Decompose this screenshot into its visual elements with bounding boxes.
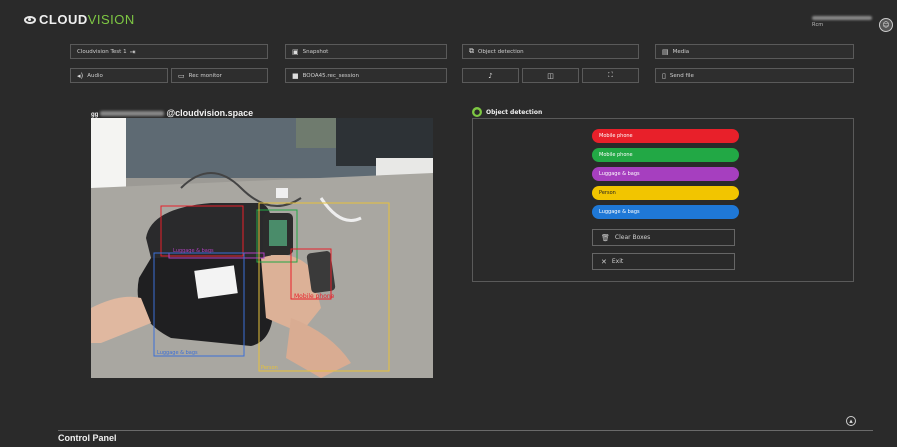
- redacted-email: [100, 111, 165, 117]
- rec-monitor-label: Rec monitor: [188, 72, 222, 79]
- detection-label-mobile-phone: Mobile phone: [294, 293, 335, 300]
- avatar[interactable]: ☺: [879, 18, 893, 32]
- category-mobile-phone-green[interactable]: Mobile phone: [592, 148, 739, 162]
- object-detection-header: ● Object detection: [472, 107, 542, 117]
- exit-label: Exit: [611, 258, 624, 265]
- fullscreen-button[interactable]: ⛶: [582, 68, 639, 83]
- detection-label-luggage-1: Luggage & bags: [173, 248, 214, 254]
- detection-label-luggage-2: Luggage & bags: [157, 350, 198, 356]
- folder-icon: ▤: [662, 47, 669, 56]
- fullscreen-icon: ⛶: [608, 71, 613, 79]
- video-feed[interactable]: Mobile phone Luggage & bags Luggage & ba…: [91, 118, 433, 378]
- user-icon: ☺: [882, 21, 890, 29]
- clear-boxes-button[interactable]: 🗑 Clear Boxes: [592, 229, 735, 246]
- trash-icon: 🗑: [601, 233, 610, 242]
- monitor-icon: ▭: [178, 71, 185, 80]
- session-name-label: Cloudvision Test 1: [77, 48, 127, 55]
- audio-button[interactable]: ◂) Audio: [70, 68, 168, 83]
- session-name-button[interactable]: Cloudvision Test 1 ⇥: [70, 44, 268, 59]
- detection-status-icon: ●: [472, 107, 482, 117]
- camera-icon: ■: [292, 71, 299, 80]
- rec-session-label: BOOA45.rec_session: [302, 72, 360, 79]
- category-person-yellow[interactable]: Person: [592, 186, 739, 200]
- video-title-domain: @cloudvision.space: [166, 108, 254, 118]
- category-label: Luggage & bags: [599, 209, 640, 215]
- user-info[interactable]: Rcm: [812, 14, 874, 34]
- cloudvision-logo: CLOUD VISION: [24, 12, 135, 27]
- control-panel-title: Control Panel: [58, 433, 117, 443]
- rec-monitor-button[interactable]: ▭ Rec monitor: [171, 68, 268, 83]
- audio-label: Audio: [87, 72, 103, 79]
- send-file-button[interactable]: ▯ Send file: [655, 68, 854, 83]
- microphone-button[interactable]: ♪: [462, 68, 519, 83]
- detection-label-person: Person: [261, 365, 278, 371]
- exit-button[interactable]: ✕ Exit: [592, 253, 735, 270]
- top-bar: CLOUD VISION Rcm ☺: [0, 0, 897, 38]
- speaker-icon: ◂): [77, 71, 84, 80]
- category-luggage-purple[interactable]: Luggage & bags: [592, 167, 739, 181]
- media-label: Media: [672, 48, 690, 55]
- close-icon: ✕: [601, 257, 607, 266]
- snapshot-icon: ▣: [292, 47, 299, 56]
- logo-text-vision: VISION: [87, 12, 135, 27]
- rec-session-button[interactable]: ■ BOOA45.rec_session: [285, 68, 447, 83]
- clear-boxes-label: Clear Boxes: [614, 234, 651, 241]
- object-detection-button[interactable]: ⧉ Object detection: [462, 44, 639, 59]
- sign-out-icon: ⇥: [129, 47, 136, 56]
- category-mobile-phone-red[interactable]: Mobile phone: [592, 129, 739, 143]
- send-file-label: Send file: [669, 72, 694, 79]
- logo-text-cloud: CLOUD: [39, 12, 88, 27]
- category-luggage-blue[interactable]: Luggage & bags: [592, 205, 739, 219]
- category-label: Person: [599, 190, 616, 196]
- user-email-redacted: [812, 16, 872, 20]
- camera-frame: Mobile phone Luggage & bags Luggage & ba…: [91, 118, 433, 378]
- snapshot-button[interactable]: ▣ Snapshot: [285, 44, 447, 59]
- control-panel-toggle-icon[interactable]: ▴: [846, 416, 856, 426]
- user-short-name: Rcm: [812, 22, 824, 28]
- object-detection-label: Object detection: [478, 48, 524, 55]
- snapshot-label: Snapshot: [302, 48, 329, 55]
- object-detection-panel: Mobile phone Mobile phone Luggage & bags…: [472, 118, 854, 282]
- category-label: Luggage & bags: [599, 171, 640, 177]
- detection-icon: ⧉: [469, 47, 474, 55]
- category-label: Mobile phone: [599, 133, 633, 139]
- video-title: gg @cloudvision.space: [91, 108, 253, 118]
- eye-logo-icon: [24, 15, 36, 24]
- media-button[interactable]: ▤ Media: [655, 44, 854, 59]
- divider: [58, 430, 873, 431]
- file-icon: ▯: [662, 71, 666, 80]
- picture-in-picture-button[interactable]: ◫: [522, 68, 579, 83]
- picture-in-picture-icon: ◫: [547, 71, 554, 80]
- category-label: Mobile phone: [599, 152, 633, 158]
- object-detection-title: Object detection: [486, 108, 543, 116]
- microphone-icon: ♪: [488, 71, 493, 80]
